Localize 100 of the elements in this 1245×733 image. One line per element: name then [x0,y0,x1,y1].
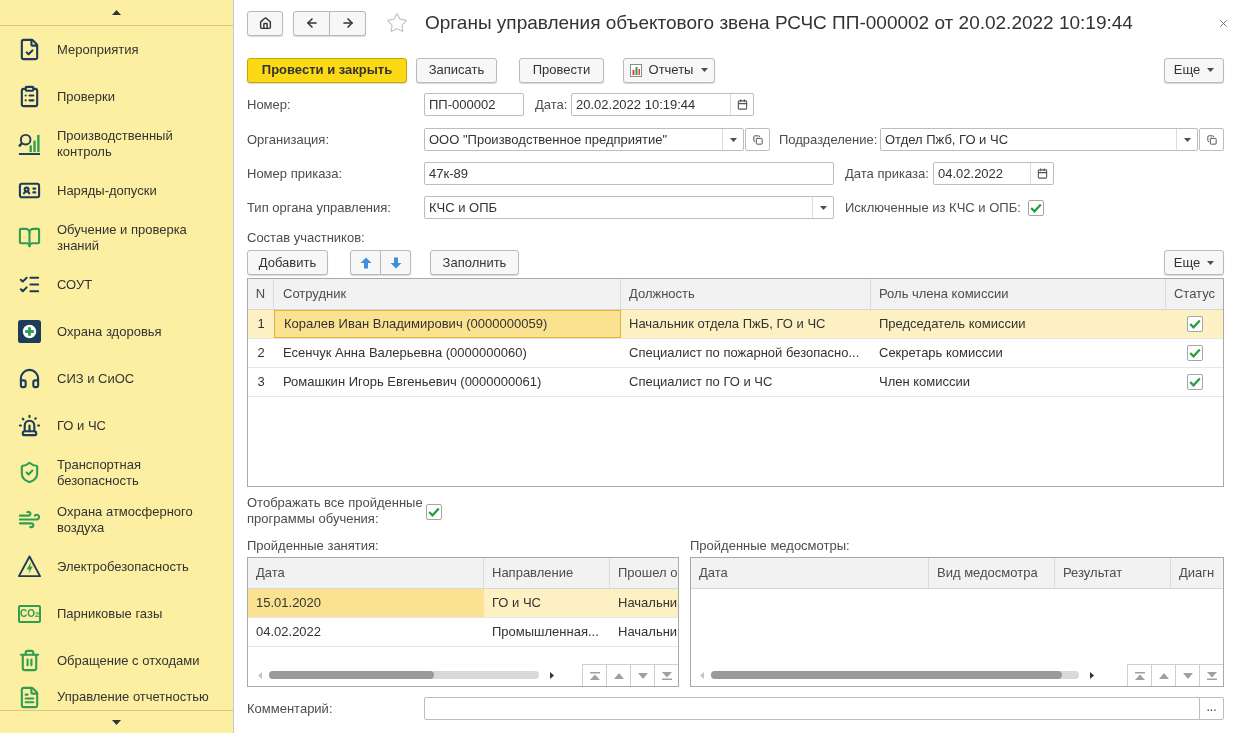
show-all-checkbox[interactable] [426,504,442,520]
sidebar-item[interactable]: Обращение с отходами [0,637,233,684]
sidebar-item[interactable]: Обучение и проверка знаний [0,214,233,261]
back-button[interactable] [293,10,330,36]
sidebar-item[interactable]: Охрана здоровья [0,308,233,355]
sidebar-item[interactable]: Мероприятия [0,26,233,73]
add-button[interactable]: Добавить [247,250,328,275]
open-button[interactable] [1199,128,1224,151]
home-button[interactable] [247,10,283,36]
more-button[interactable]: Еще [1164,57,1224,83]
co2-sign: CO$_{2}$ [18,604,41,623]
checkmark-icon [1188,377,1201,387]
move-up-button[interactable] [350,250,381,275]
sidebar-item[interactable]: Управление отчетностью [0,684,233,710]
column-header: Должность [621,279,871,309]
table-cell-text: Специалист по пожарной безопасно... [628,344,861,363]
more-button[interactable]: Еще [1164,250,1224,275]
arrow-up-icon [359,256,372,269]
first-row-button[interactable] [1127,664,1151,686]
sidebar-item[interactable]: Наряды-допуски [0,167,233,214]
sidebar-item[interactable]: СОУТ [0,261,233,308]
field-label: Дата: [535,95,569,114]
move-down-button[interactable] [381,250,411,275]
table-cell-text: Начальни [617,594,678,613]
department-field[interactable]: Отдел Пжб, ГО и ЧС [880,128,1198,151]
copy-icon [1206,134,1217,145]
sidebar-item[interactable]: Производственный контроль [0,120,233,167]
triangle-up-icon [112,10,121,15]
table-cell-text: 1 [256,315,266,334]
triangle-up-icon [1158,672,1169,679]
toolbar-button[interactable]: Провести [519,57,604,83]
arrow-down-icon [389,256,402,269]
column-header: Роль члена комиссии [871,279,1166,309]
fill-button[interactable]: Заполнить [430,250,519,275]
horizontal-scrollbar[interactable] [711,671,1079,679]
field-label: Исключенные из КЧС и ОПБ: [845,198,1021,217]
row-up-button[interactable] [1151,664,1175,686]
sidebar-item[interactable]: Проверки [0,73,233,120]
status-checkbox[interactable] [1186,374,1203,390]
last-row-button[interactable] [1199,664,1223,686]
table-cell-text: 2 [256,344,266,363]
table-cell-text: 04.02.2022 [255,623,323,642]
horizontal-scrollbar[interactable] [269,671,539,679]
house-icon [258,16,272,30]
primary-button[interactable]: Провести и закрыть [247,57,407,83]
sidebar-item[interactable]: Охрана атмосферного воздуха [0,496,233,543]
triangle-up-icon [613,672,624,679]
menu-button[interactable]: Отчеты [623,57,715,83]
table-cell: 15.01.2020 [248,589,484,617]
select-button[interactable]: ... [1199,698,1223,719]
sidebar-item[interactable]: CO$_{2}$ Парниковые газы [0,590,233,637]
column-header: Результат [1055,558,1171,588]
caret-down-icon [1207,260,1215,265]
last-row-button[interactable] [654,664,678,686]
sidebar-item[interactable]: Электробезопасность [0,543,233,590]
section-title: Состав участников: [247,228,365,247]
field-label: Дата приказа: [845,164,930,183]
column-header: Вид медосмотра [929,558,1055,588]
organization-field[interactable]: ООО "Производственное предприятие" [424,128,744,151]
triangle-down-icon [637,672,648,679]
body-type-field[interactable]: КЧС и ОПБ [424,196,834,219]
column-header: Дата [691,558,929,588]
sidebar-item[interactable]: Транспортная безопасность [0,449,233,496]
wind-icon [18,508,41,531]
table-cell-text: Член комиссии [878,373,972,392]
star-icon[interactable] [386,12,408,34]
checkmark-icon [428,507,440,517]
calendar-icon [736,99,748,110]
copy-icon [752,134,763,145]
order-date-field[interactable]: 04.02.2022 [933,162,1054,185]
row-up-button[interactable] [606,664,630,686]
status-checkbox[interactable] [1186,316,1203,332]
excluded-checkbox[interactable] [1027,199,1044,216]
row-down-button[interactable] [1175,664,1199,686]
section-title: Пройденные занятия: [247,536,380,555]
forward-button[interactable] [330,10,366,36]
bar-triangle-down-icon [1206,671,1217,680]
caret-down-icon [701,68,709,72]
field-label: Подразделение: [779,130,879,149]
date-field[interactable]: 20.02.2022 10:19:44 [571,93,754,116]
row-down-button[interactable] [630,664,654,686]
number-field[interactable]: ПП-000002 [424,93,524,116]
table-cell-text: 3 [256,373,266,392]
table-row[interactable]: 15.01.2020 ГО и ЧС Начальни [248,589,678,618]
triangle-left-icon [258,671,262,679]
checkmark-icon [1029,202,1042,213]
toolbar-button[interactable]: Записать [416,57,497,83]
table-row[interactable]: 1 Коралев Иван Владимирович (0000000059) Начальник отдела ПжБ, ГО и ЧС Председатель комиссии [248,310,1223,339]
comment-field[interactable]: ... [424,697,1224,720]
column-header: Статус [1172,285,1217,304]
field-label: Организация: [247,130,331,149]
status-checkbox[interactable] [1186,345,1203,361]
sidebar-item[interactable]: СИЗ и СиОС [0,355,233,402]
magnifier-chart-icon [18,132,41,155]
order-number-field[interactable]: 47к-89 [424,162,834,185]
sidebar-item[interactable]: ГО и ЧС [0,402,233,449]
checkmark-icon [1188,348,1201,358]
calendar-icon [1036,168,1048,179]
open-button[interactable] [745,128,770,151]
first-row-button[interactable] [582,664,606,686]
